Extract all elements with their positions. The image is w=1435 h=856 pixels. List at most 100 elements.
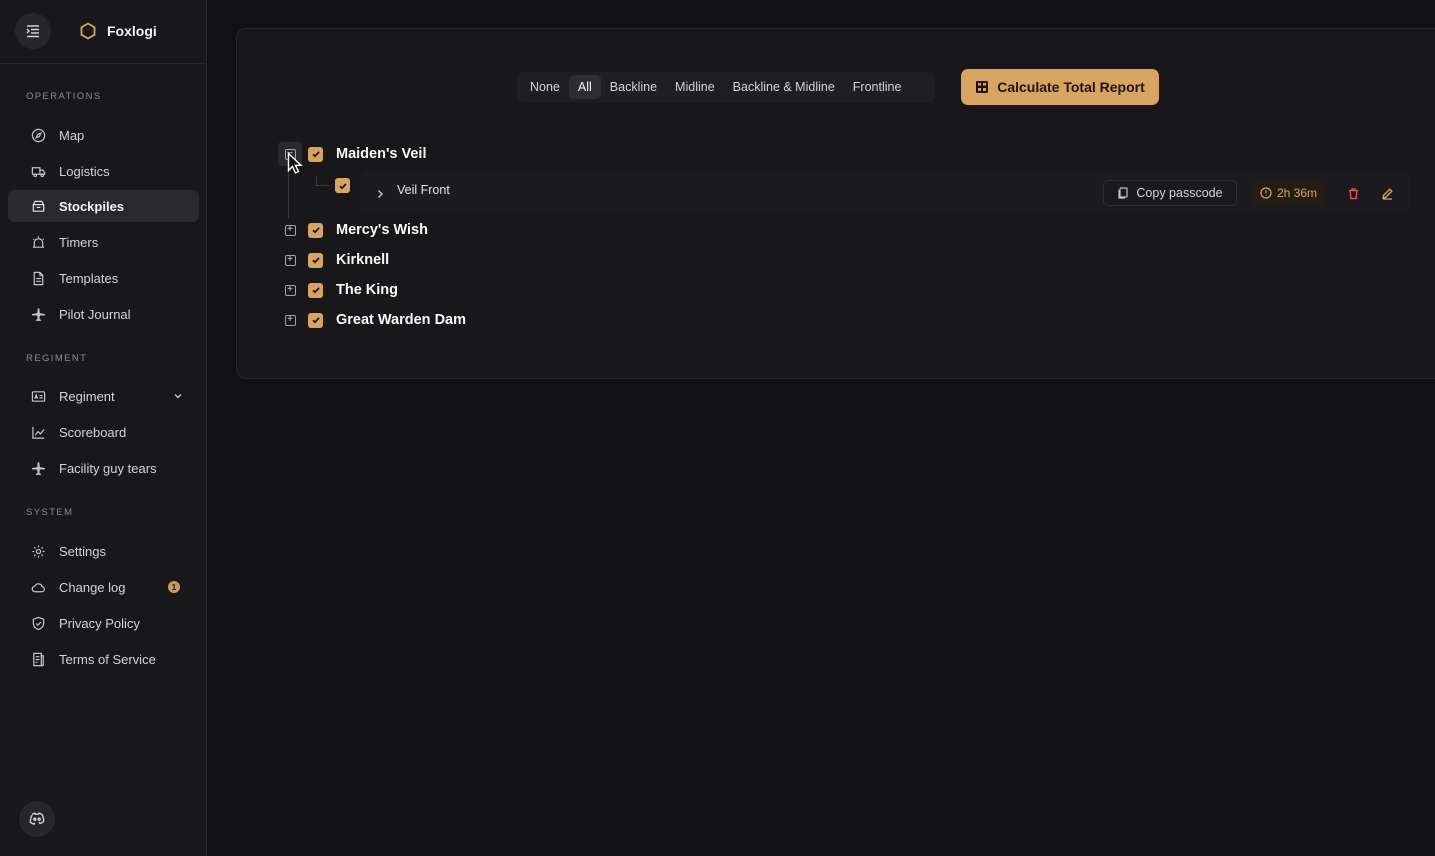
region-checkbox[interactable] bbox=[308, 252, 323, 268]
region-name[interactable]: Kirknell bbox=[336, 252, 389, 268]
stockpile-name: Veil Front bbox=[397, 183, 450, 197]
expand-toggle[interactable]: + bbox=[278, 308, 302, 332]
region-checkbox[interactable] bbox=[308, 146, 323, 162]
cloud-icon bbox=[30, 579, 46, 595]
chevron-right-icon[interactable] bbox=[375, 186, 385, 204]
expand-toggle[interactable]: + bbox=[278, 278, 302, 302]
region-name[interactable]: Great Warden Dam bbox=[336, 312, 466, 328]
copy-icon bbox=[1118, 187, 1129, 199]
discord-icon bbox=[29, 812, 45, 826]
region-row-mercys-wish: + Mercy's Wish bbox=[278, 218, 428, 242]
brand[interactable]: Foxlogi bbox=[79, 22, 157, 40]
truck-icon bbox=[30, 163, 46, 179]
plane-icon bbox=[30, 306, 46, 322]
alarm-icon bbox=[30, 234, 46, 250]
sidebar-item-scoreboard[interactable]: Scoreboard bbox=[8, 416, 199, 448]
trash-icon[interactable] bbox=[1345, 185, 1361, 201]
filter-backline-midline[interactable]: Backline & Midline bbox=[724, 75, 844, 99]
clock-icon bbox=[1260, 187, 1272, 199]
menu-toggle-button[interactable] bbox=[15, 13, 51, 49]
plus-square-icon: + bbox=[284, 224, 296, 236]
region-checkbox[interactable] bbox=[308, 282, 323, 298]
timer-value: 2h 36m bbox=[1276, 186, 1318, 200]
sidebar-item-label: Map bbox=[59, 127, 85, 143]
expand-toggle[interactable]: + bbox=[278, 248, 302, 272]
sidebar-item-regiment[interactable]: Regiment bbox=[8, 380, 199, 412]
sidebar-item-settings[interactable]: Settings bbox=[8, 535, 199, 567]
sidebar-item-map[interactable]: Map bbox=[8, 119, 199, 151]
chart-line-icon bbox=[30, 424, 46, 440]
sidebar-item-stockpiles[interactable]: Stockpiles bbox=[8, 190, 199, 222]
chevron-down-icon[interactable] bbox=[173, 389, 183, 404]
plus-square-icon: + bbox=[284, 284, 296, 296]
expiry-timer: 2h 36m bbox=[1251, 180, 1326, 206]
filter-all[interactable]: All bbox=[568, 75, 601, 99]
plus-square-icon: + bbox=[284, 254, 296, 266]
filter-frontline[interactable]: Frontline bbox=[844, 75, 911, 99]
sidebar-item-label: Timers bbox=[59, 234, 99, 250]
discord-button[interactable] bbox=[19, 801, 55, 837]
sidebar-item-timers[interactable]: Timers bbox=[8, 226, 199, 258]
sidebar-item-label: Facility guy tears bbox=[59, 460, 157, 476]
plane-icon bbox=[30, 460, 46, 476]
sidebar-item-logistics[interactable]: Logistics bbox=[8, 155, 199, 187]
mouse-cursor-icon bbox=[287, 152, 303, 174]
document-icon bbox=[30, 651, 46, 667]
app-name: Foxlogi bbox=[107, 23, 157, 39]
shield-icon bbox=[30, 615, 46, 631]
check-icon bbox=[338, 182, 347, 190]
gear-icon bbox=[30, 543, 46, 559]
region-checkbox[interactable] bbox=[308, 222, 323, 238]
copy-passcode-button[interactable]: Copy passcode bbox=[1103, 180, 1237, 206]
section-title-regiment: REGIMENT bbox=[26, 353, 88, 364]
check-icon bbox=[311, 227, 320, 234]
sidebar-header: Foxlogi bbox=[0, 0, 206, 64]
region-row-the-king: + The King bbox=[278, 278, 398, 302]
sidebar-item-label: Scoreboard bbox=[59, 424, 127, 440]
filter-none[interactable]: None bbox=[521, 75, 569, 99]
expand-toggle[interactable]: + bbox=[278, 218, 302, 242]
file-icon bbox=[30, 270, 46, 286]
compass-icon bbox=[30, 127, 46, 143]
sidebar-item-label: Templates bbox=[59, 270, 119, 286]
region-name[interactable]: Maiden's Veil bbox=[336, 146, 426, 162]
calculator-icon bbox=[976, 81, 989, 93]
sidebar-item-label: Change log bbox=[59, 579, 126, 595]
pencil-icon[interactable] bbox=[1379, 185, 1395, 201]
sidebar-item-label: Settings bbox=[59, 543, 106, 559]
sidebar-item-label: Logistics bbox=[59, 163, 110, 179]
check-icon bbox=[311, 151, 320, 158]
filter-backline[interactable]: Backline bbox=[601, 75, 666, 99]
region-name[interactable]: The King bbox=[336, 282, 398, 298]
id-card-icon bbox=[30, 388, 46, 404]
check-icon bbox=[311, 257, 320, 264]
sidebar-item-change-log[interactable]: Change log 1 bbox=[8, 571, 199, 603]
filter-segmented-control: None All Backline Midline Backline & Mid… bbox=[517, 72, 935, 102]
region-checkbox[interactable] bbox=[308, 312, 323, 328]
tree-connector bbox=[316, 185, 330, 186]
sidebar-item-privacy-policy[interactable]: Privacy Policy bbox=[8, 607, 199, 639]
sidebar-item-facility-guy-tears[interactable]: Facility guy tears bbox=[8, 452, 199, 484]
region-row-kirknell: + Kirknell bbox=[278, 248, 389, 272]
calculate-total-report-button[interactable]: Calculate Total Report bbox=[961, 69, 1159, 105]
calculate-button-label: Calculate Total Report bbox=[997, 79, 1145, 95]
check-icon bbox=[311, 287, 320, 294]
check-icon bbox=[311, 317, 320, 324]
sidebar-item-templates[interactable]: Templates bbox=[8, 262, 199, 294]
region-row-great-warden-dam: + Great Warden Dam bbox=[278, 308, 466, 332]
sidebar-item-pilot-journal[interactable]: Pilot Journal bbox=[8, 298, 199, 330]
filter-midline[interactable]: Midline bbox=[666, 75, 724, 99]
box-icon bbox=[30, 198, 46, 214]
sidebar: Foxlogi OPERATIONS Map Logistics Stockpi… bbox=[0, 0, 207, 856]
stockpile-checkbox[interactable] bbox=[335, 178, 350, 193]
menu-icon bbox=[26, 25, 39, 38]
region-name[interactable]: Mercy's Wish bbox=[336, 222, 428, 238]
section-title-system: SYSTEM bbox=[26, 507, 74, 518]
sidebar-item-terms-of-service[interactable]: Terms of Service bbox=[8, 643, 199, 675]
stockpile-row-veil-front[interactable]: Veil Front Copy passcode 2h 36m bbox=[360, 172, 1410, 212]
notification-badge: 1 bbox=[168, 581, 180, 593]
sidebar-item-label: Pilot Journal bbox=[59, 306, 131, 322]
sidebar-item-label: Privacy Policy bbox=[59, 615, 140, 631]
sidebar-item-label: Regiment bbox=[59, 388, 115, 404]
copy-passcode-label: Copy passcode bbox=[1136, 186, 1223, 200]
